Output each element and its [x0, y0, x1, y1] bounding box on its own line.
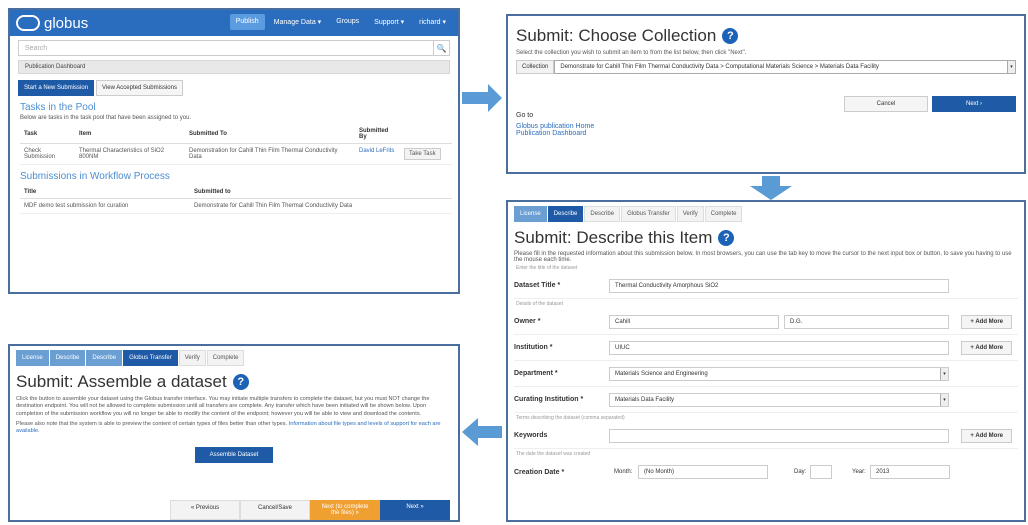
- arrow-left-icon: [462, 418, 502, 446]
- flow-arrows: [462, 84, 792, 446]
- arrow-right-icon: [462, 84, 502, 112]
- arrow-down-icon: [750, 176, 792, 200]
